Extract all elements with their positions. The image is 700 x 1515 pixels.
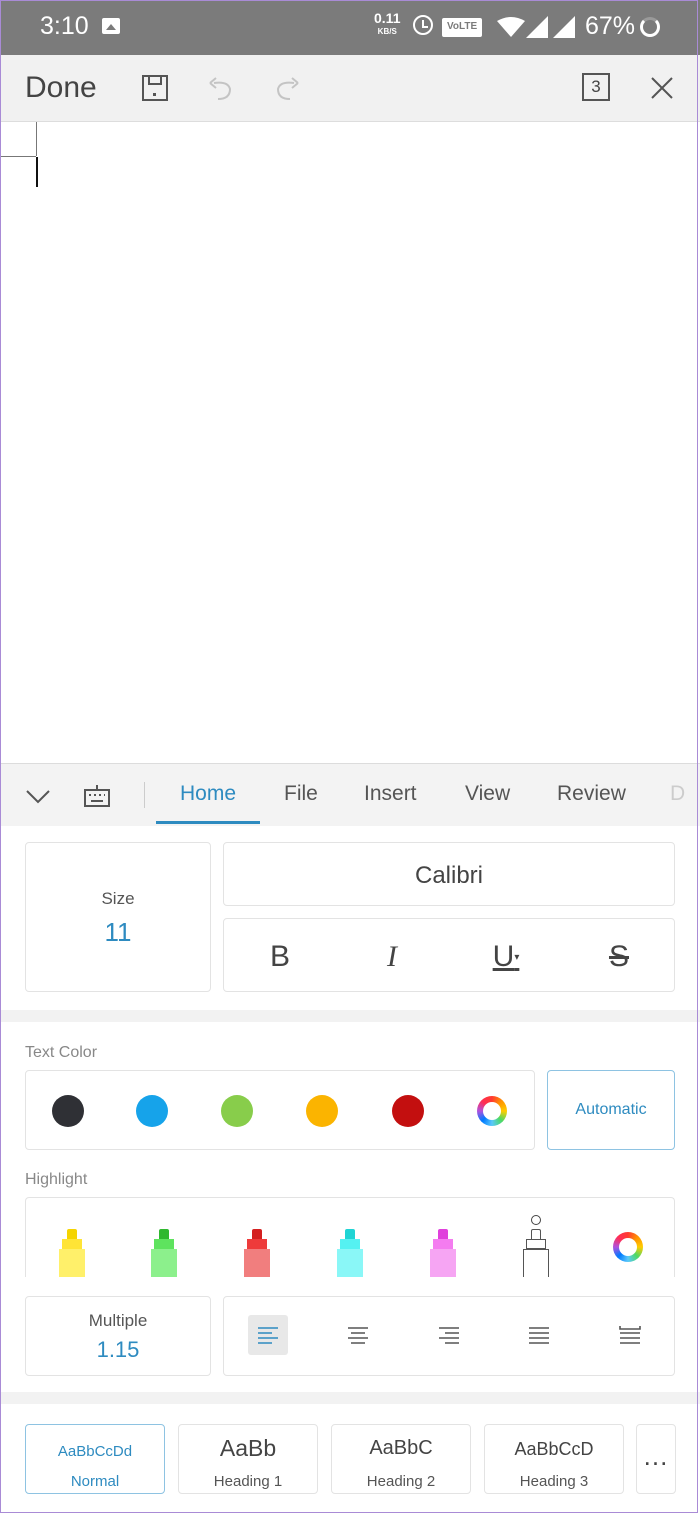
- margin-mark-vertical: [36, 122, 37, 156]
- wifi-icon: [497, 17, 525, 37]
- battery-ring-icon: [640, 17, 660, 37]
- strikethrough-button[interactable]: S: [599, 937, 639, 977]
- font-size-value: 11: [104, 917, 132, 947]
- style-heading-3[interactable]: AaBbCcD Heading 3: [484, 1424, 624, 1494]
- style-sample: AaBbCcDd: [57, 1443, 133, 1460]
- text-cursor: [36, 157, 38, 187]
- alignment-group: [223, 1296, 675, 1376]
- highlight-palette: [25, 1197, 675, 1277]
- align-right-icon[interactable]: [429, 1315, 469, 1355]
- line-spacing-button[interactable]: Multiple 1.15: [25, 1296, 211, 1376]
- network-speed-unit: KB/S: [377, 27, 397, 36]
- style-sample: AaBb: [219, 1435, 277, 1461]
- collapse-ribbon-icon[interactable]: [24, 782, 52, 810]
- tab-draw-partial[interactable]: D: [670, 782, 685, 806]
- pages-icon[interactable]: 3: [582, 73, 610, 101]
- underline-label: U: [492, 940, 515, 973]
- editor-toolbar: Done 3: [0, 55, 700, 122]
- highlight-color-wheel-icon[interactable]: [613, 1232, 643, 1262]
- font-size-button[interactable]: Size 11: [25, 842, 211, 992]
- line-spacing-value: 1.15: [96, 1337, 140, 1362]
- chevron-down-icon: ▾: [514, 952, 520, 964]
- justify-icon[interactable]: [519, 1315, 559, 1355]
- done-button[interactable]: Done: [25, 71, 97, 105]
- redo-icon[interactable]: [272, 73, 302, 103]
- underline-button[interactable]: U▾: [486, 937, 526, 977]
- style-heading-1[interactable]: AaBb Heading 1: [178, 1424, 318, 1494]
- color-swatch-blue[interactable]: [136, 1095, 168, 1127]
- section-divider: [0, 1392, 700, 1404]
- close-icon[interactable]: [647, 73, 677, 103]
- text-format-group: B I U▾ S: [223, 918, 675, 992]
- tab-insert[interactable]: Insert: [364, 782, 417, 806]
- color-wheel-icon[interactable]: [477, 1096, 507, 1126]
- tab-home[interactable]: Home: [180, 782, 236, 806]
- status-time: 3:10: [40, 12, 89, 40]
- document-canvas[interactable]: [0, 122, 700, 762]
- more-styles-button[interactable]: ...: [636, 1424, 676, 1494]
- alarm-icon: [413, 15, 433, 35]
- ribbon-tab-bar: Home File Insert View Review D: [0, 763, 700, 827]
- style-normal[interactable]: AaBbCcDd Normal: [25, 1424, 165, 1494]
- style-name: Heading 3: [519, 1473, 589, 1490]
- home-panel: Size 11 Calibri B I U▾ S Text Color Auto…: [0, 826, 700, 1515]
- margin-mark-horizontal: [0, 156, 36, 157]
- style-heading-2[interactable]: AaBbC Heading 2: [331, 1424, 471, 1494]
- tab-review[interactable]: Review: [557, 782, 626, 806]
- highlight-label: Highlight: [25, 1171, 88, 1188]
- network-speed: 0.11 KB/S: [374, 10, 401, 38]
- italic-button[interactable]: I: [372, 937, 412, 977]
- volte-badge: VoLTE: [442, 18, 483, 37]
- align-center-icon[interactable]: [338, 1315, 378, 1355]
- no-highlight-icon[interactable]: [523, 1215, 549, 1277]
- font-name: Calibri: [414, 862, 483, 889]
- style-sample: AaBbC: [369, 1437, 433, 1459]
- highlighter-yellow[interactable]: [59, 1229, 85, 1277]
- color-swatch-green[interactable]: [221, 1095, 253, 1127]
- color-swatch-black[interactable]: [52, 1095, 84, 1127]
- color-swatch-yellow[interactable]: [306, 1095, 338, 1127]
- highlighter-red[interactable]: [244, 1229, 270, 1277]
- battery-percent: 67%: [585, 12, 636, 40]
- image-notification-icon: [102, 18, 120, 34]
- style-name: Normal: [70, 1473, 120, 1490]
- text-color-label: Text Color: [25, 1044, 98, 1061]
- tab-view[interactable]: View: [465, 782, 510, 806]
- undo-icon[interactable]: [206, 73, 236, 103]
- text-color-palette: [25, 1070, 535, 1150]
- highlighter-magenta[interactable]: [430, 1229, 456, 1277]
- font-name-button[interactable]: Calibri: [223, 842, 675, 906]
- section-divider: [0, 1010, 700, 1022]
- highlighter-green[interactable]: [151, 1229, 177, 1277]
- bold-button[interactable]: B: [260, 937, 300, 977]
- signal-icon: [526, 16, 548, 38]
- style-name: Heading 2: [366, 1473, 436, 1490]
- save-icon[interactable]: [140, 73, 170, 103]
- network-speed-value: 0.11: [374, 10, 401, 26]
- status-bar: 3:10 0.11 KB/S VoLTE 67%: [0, 0, 700, 55]
- signal-roaming-icon: [553, 16, 575, 38]
- font-size-label: Size: [101, 889, 135, 908]
- active-tab-indicator: [156, 821, 260, 824]
- line-spacing-label: Multiple: [88, 1311, 148, 1330]
- color-swatch-red[interactable]: [392, 1095, 424, 1127]
- style-sample: AaBbCcD: [514, 1439, 594, 1459]
- style-name: Heading 1: [213, 1473, 283, 1490]
- tab-file[interactable]: File: [284, 782, 318, 806]
- highlighter-cyan[interactable]: [337, 1229, 363, 1277]
- automatic-color-button[interactable]: Automatic: [547, 1070, 675, 1150]
- distributed-align-icon[interactable]: [610, 1315, 650, 1355]
- ribbon-separator: [144, 782, 145, 808]
- align-left-icon[interactable]: [248, 1315, 288, 1355]
- keyboard-icon[interactable]: [83, 782, 111, 810]
